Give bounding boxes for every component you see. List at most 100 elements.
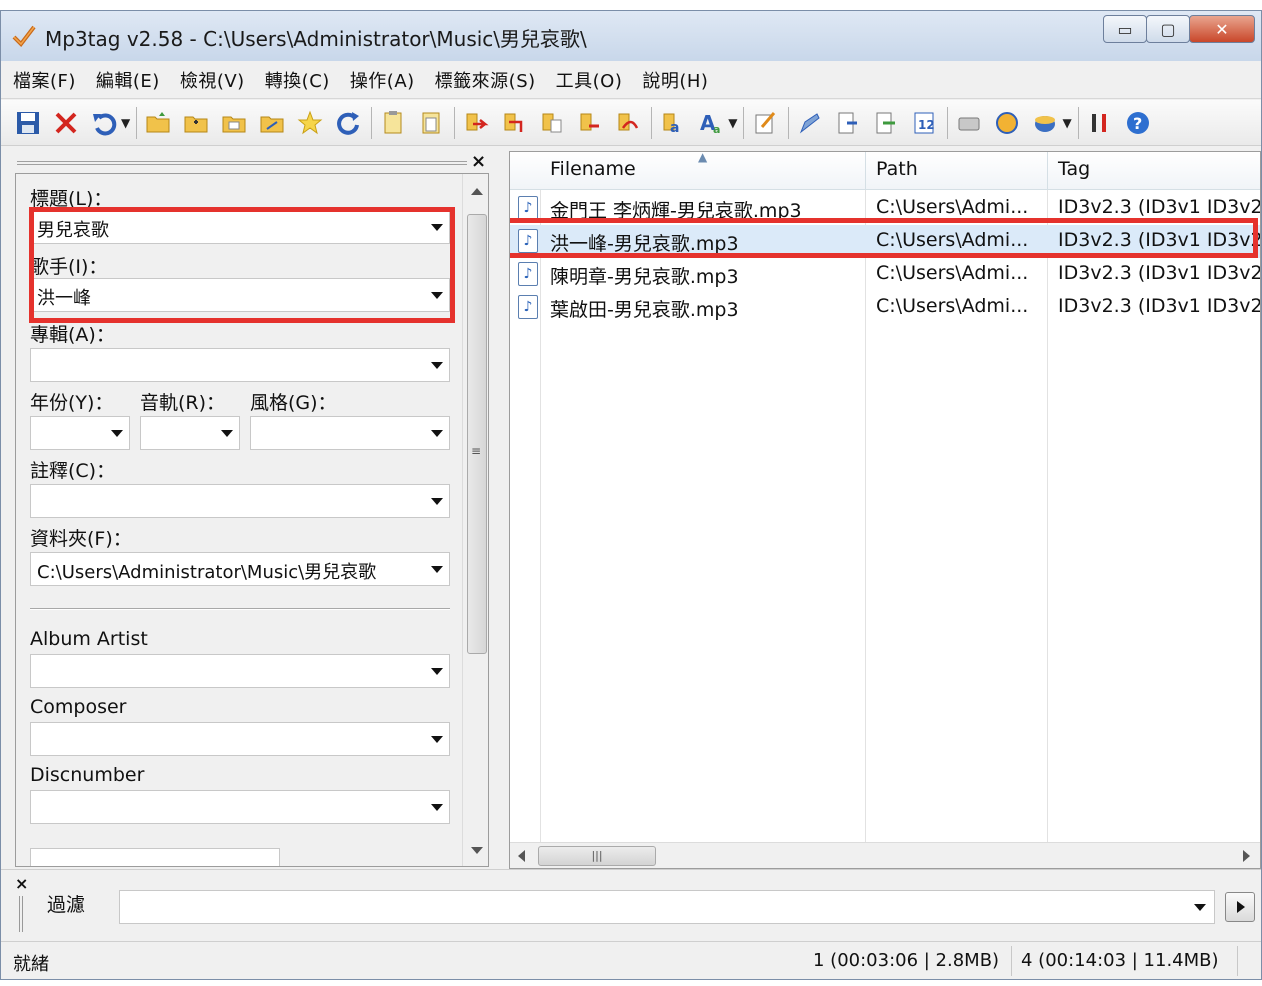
album-artist-field[interactable]: [30, 654, 450, 688]
chevron-down-icon[interactable]: [431, 292, 443, 299]
web-source-icon[interactable]: [992, 108, 1022, 138]
composer-field[interactable]: [30, 722, 450, 756]
chevron-down-icon[interactable]: [431, 362, 443, 369]
chevron-down-icon[interactable]: [431, 566, 443, 573]
table-row-selected[interactable]: ♪ 洪一峰-男兒哀歌.mp3 C:\Users\Admi... ID3v2.3 …: [510, 225, 1260, 258]
numbering-icon[interactable]: 12: [909, 108, 939, 138]
directory-field[interactable]: C:\Users\Administrator\Music\男兒哀歌: [30, 552, 450, 586]
tag-tag-icon[interactable]: [575, 108, 605, 138]
chevron-down-icon[interactable]: [431, 430, 443, 437]
tag-panel-close-icon[interactable]: ×: [471, 151, 486, 172]
artist-field[interactable]: 洪一峰: [30, 278, 450, 312]
column-header-tag[interactable]: Tag: [1058, 158, 1090, 180]
divider: [30, 608, 450, 610]
undo-icon[interactable]: [89, 108, 119, 138]
menu-convert[interactable]: 轉換(C): [265, 67, 330, 93]
maximize-button[interactable]: ▢: [1146, 15, 1190, 43]
filter-apply-button[interactable]: [1225, 892, 1255, 922]
minimize-button[interactable]: ▭: [1103, 15, 1147, 43]
playlist-icon[interactable]: [257, 108, 287, 138]
undo-dropdown-icon[interactable]: ▼: [121, 116, 130, 130]
menu-actions[interactable]: 操作(A): [350, 67, 415, 93]
title-field[interactable]: 男兒哀歌: [30, 210, 450, 244]
menu-edit[interactable]: 編輯(E): [96, 67, 160, 93]
table-row[interactable]: ♪ 陳明章-男兒哀歌.mp3 C:\Users\Admi... ID3v2.3 …: [510, 258, 1260, 291]
comment-label: 註釋(C)：: [30, 460, 116, 482]
actions-icon[interactable]: [795, 108, 825, 138]
column-header-path[interactable]: Path: [876, 158, 918, 180]
filter-grip[interactable]: [19, 896, 23, 932]
filename-cell: 葉啟田-男兒哀歌.mp3: [550, 299, 739, 321]
tag-cell: ID3v2.3 (ID3v1 ID3v2.3: [1058, 196, 1261, 218]
scroll-left-icon[interactable]: [518, 850, 525, 862]
window-controls: ▭ ▢ ✕: [1103, 15, 1255, 43]
filename-filename-icon[interactable]: [613, 108, 643, 138]
column-header-filename[interactable]: Filename: [550, 158, 636, 180]
freedb-icon[interactable]: [1030, 108, 1060, 138]
filter-input[interactable]: [119, 890, 1215, 924]
favorites-folder-icon[interactable]: [219, 108, 249, 138]
menu-tools[interactable]: 工具(O): [556, 67, 623, 93]
scroll-thumb[interactable]: [467, 214, 487, 654]
year-field[interactable]: [30, 416, 130, 450]
extra-field-partial[interactable]: [30, 848, 280, 866]
scroll-down-icon[interactable]: [471, 847, 483, 854]
chevron-down-icon[interactable]: [431, 498, 443, 505]
help-icon[interactable]: ?: [1123, 108, 1153, 138]
chevron-down-icon[interactable]: [1194, 904, 1206, 911]
add-folder-icon[interactable]: [181, 108, 211, 138]
hscroll-thumb[interactable]: |||: [538, 846, 656, 866]
discnumber-field[interactable]: [30, 790, 450, 824]
column-separator[interactable]: [1047, 152, 1048, 190]
artist-value: 洪一峰: [37, 288, 91, 309]
text-file-icon[interactable]: [537, 108, 567, 138]
chevron-down-icon[interactable]: [111, 430, 123, 437]
autonumber-icon[interactable]: a: [658, 108, 688, 138]
panel-grip[interactable]: [17, 161, 467, 165]
export-icon[interactable]: [833, 108, 863, 138]
chevron-down-icon[interactable]: [431, 668, 443, 675]
import-icon[interactable]: [871, 108, 901, 138]
app-window: Mp3tag v2.58 - C:\Users\Administrator\Mu…: [0, 10, 1262, 980]
menu-view[interactable]: 檢視(V): [180, 67, 245, 93]
filename-cell: 陳明章-男兒哀歌.mp3: [550, 266, 739, 288]
status-ready: 就緒: [13, 954, 49, 975]
menu-tag-sources[interactable]: 標籤來源(S): [435, 67, 536, 93]
directory-label: 資料夾(F)：: [30, 528, 132, 550]
scroll-right-icon[interactable]: [1243, 850, 1250, 862]
case-dropdown-icon[interactable]: ▼: [728, 116, 737, 130]
menu-file[interactable]: 檔案(F): [13, 67, 76, 93]
table-row[interactable]: ♪ 葉啟田-男兒哀歌.mp3 C:\Users\Admi... ID3v2.3 …: [510, 291, 1260, 324]
column-separator[interactable]: [865, 152, 866, 190]
folder-dvd-icon[interactable]: [954, 108, 984, 138]
filename-to-tag-icon[interactable]: [499, 108, 529, 138]
genre-field[interactable]: [250, 416, 450, 450]
remove-tag-icon[interactable]: [51, 108, 81, 138]
file-list-hscrollbar[interactable]: |||: [510, 842, 1260, 868]
filter-close-icon[interactable]: ×: [15, 874, 28, 893]
paste-tag-icon[interactable]: [416, 108, 446, 138]
tag-to-filename-icon[interactable]: [461, 108, 491, 138]
status-separator: [1237, 946, 1238, 976]
chevron-down-icon[interactable]: [431, 804, 443, 811]
copy-tag-icon[interactable]: [378, 108, 408, 138]
chevron-down-icon[interactable]: [221, 430, 233, 437]
comment-field[interactable]: [30, 484, 450, 518]
chevron-down-icon[interactable]: [431, 224, 443, 231]
menu-help[interactable]: 說明(H): [642, 67, 708, 93]
refresh-icon[interactable]: [333, 108, 363, 138]
close-button[interactable]: ✕: [1189, 15, 1255, 43]
star-icon[interactable]: [295, 108, 325, 138]
table-row[interactable]: ♪ 金門王 李炳輝-男兒哀歌.mp3 C:\Users\Admi... ID3v…: [510, 192, 1260, 225]
chevron-down-icon[interactable]: [431, 736, 443, 743]
freedb-dropdown-icon[interactable]: ▼: [1062, 116, 1071, 130]
edit-icon[interactable]: [750, 108, 780, 138]
case-conversion-icon[interactable]: Aa: [696, 108, 726, 138]
album-field[interactable]: [30, 348, 450, 382]
tag-panel-scrollbar[interactable]: ≡: [462, 174, 488, 866]
open-folder-icon[interactable]: [143, 108, 173, 138]
save-icon[interactable]: [13, 108, 43, 138]
scroll-up-icon[interactable]: [471, 188, 483, 195]
options-icon[interactable]: [1085, 108, 1115, 138]
track-field[interactable]: [140, 416, 240, 450]
